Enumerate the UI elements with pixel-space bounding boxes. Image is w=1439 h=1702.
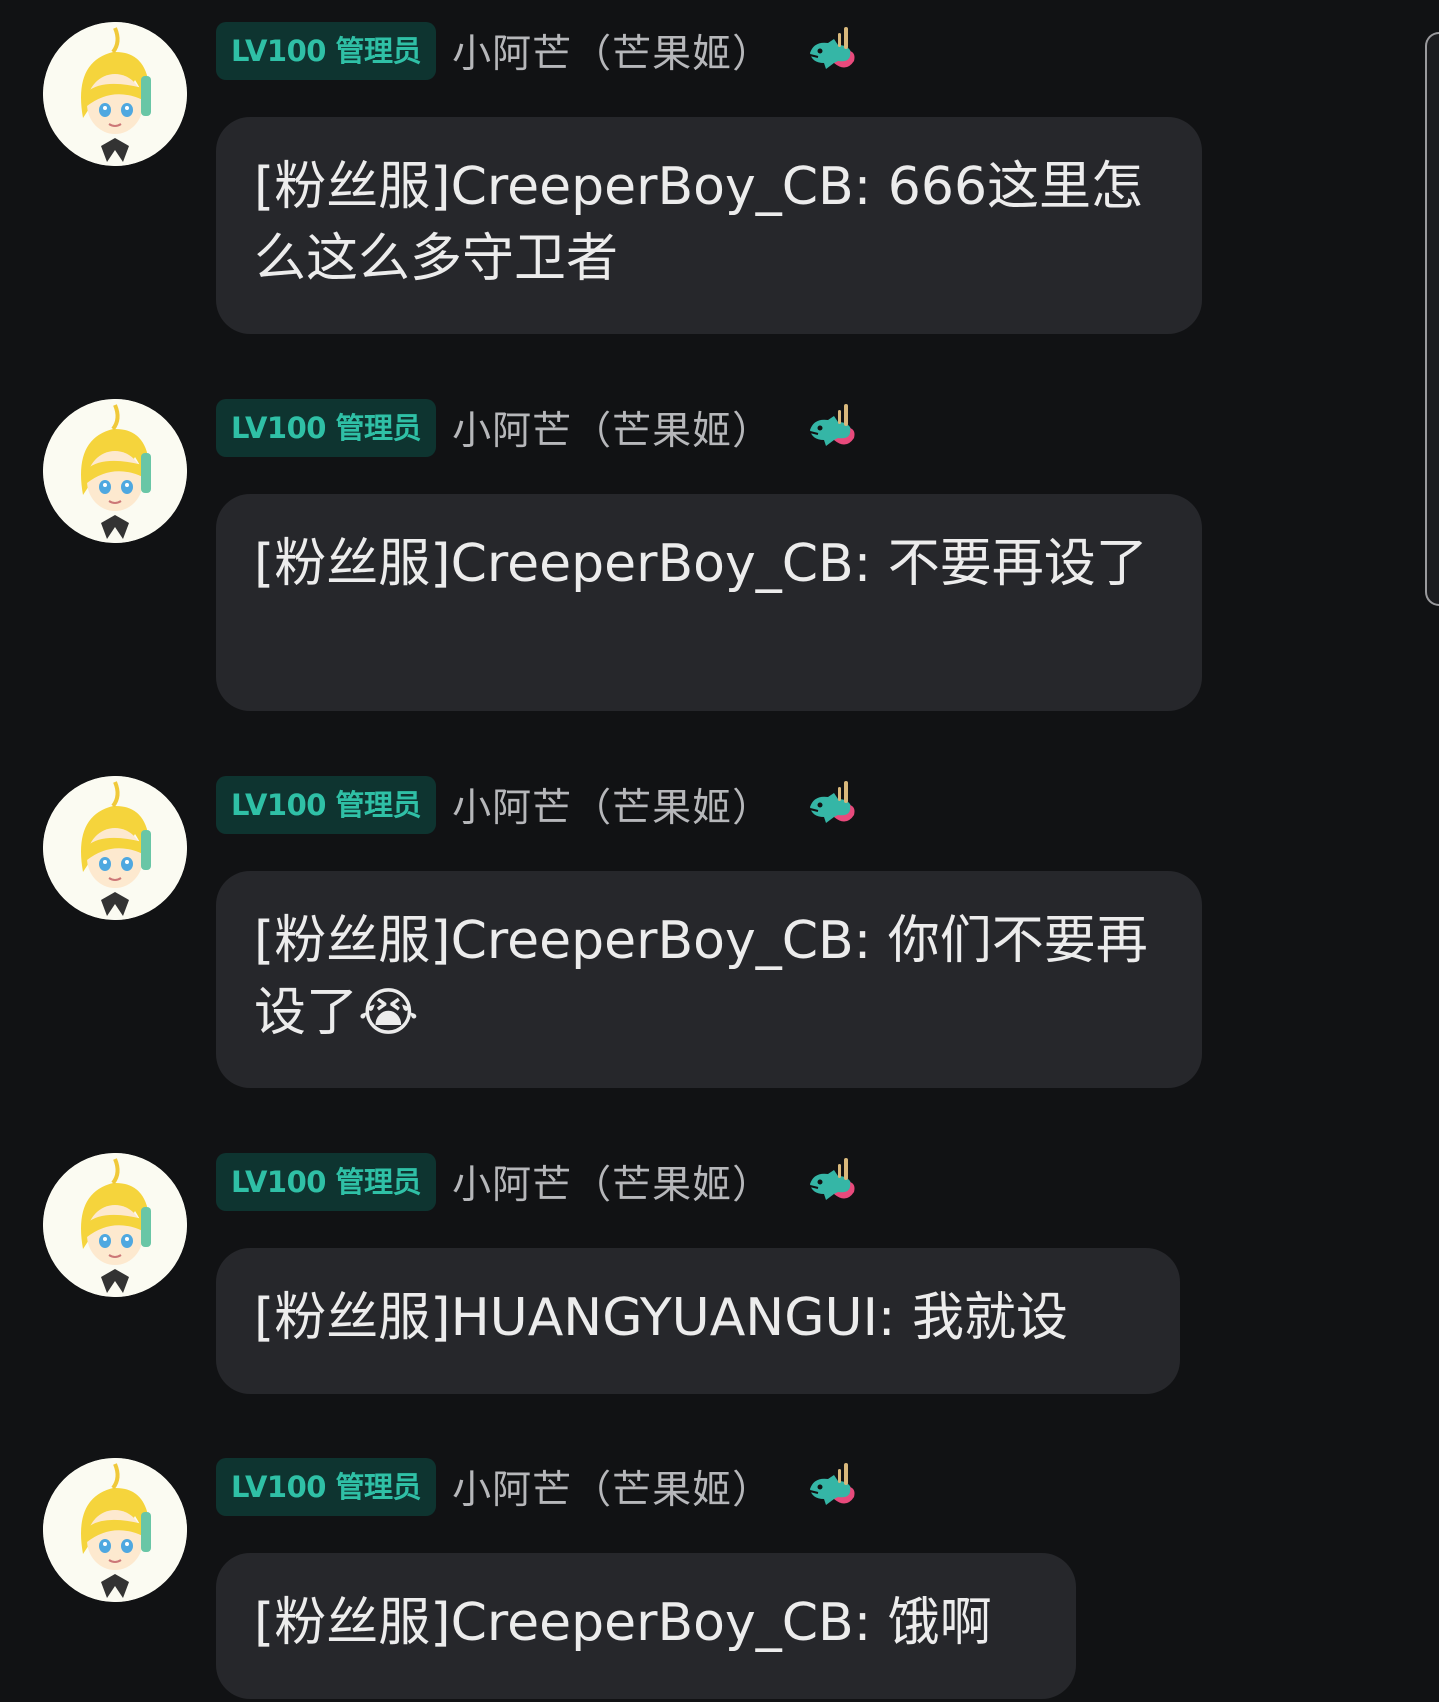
message-bubble[interactable]: [粉丝服]CreeperBoy_CB: 666这里怎么这么多守卫者 (216, 117, 1202, 334)
anime-avatar-icon (43, 22, 187, 166)
message-header: LV100 管理员 小阿芒（芒果姬） (216, 22, 860, 80)
dragon-icon (809, 1158, 855, 1200)
message-bubble[interactable]: [粉丝服]CreeperBoy_CB: 不要再设了 (216, 494, 1202, 711)
message-header: LV100 管理员 小阿芒（芒果姬） (216, 1458, 860, 1516)
anime-avatar-icon (43, 399, 187, 543)
anime-avatar-icon (43, 776, 187, 920)
sender-name[interactable]: 小阿芒（芒果姬） (452, 400, 772, 456)
avatar[interactable] (43, 776, 187, 920)
message-bubble[interactable]: [粉丝服]CreeperBoy_CB: 你们不要再设了😭 (216, 871, 1202, 1088)
message-header: LV100 管理员 小阿芒（芒果姬） (216, 1153, 860, 1211)
sender-name[interactable]: 小阿芒（芒果姬） (452, 1154, 772, 1210)
dragon-icon (809, 781, 855, 823)
sender-name[interactable]: 小阿芒（芒果姬） (452, 23, 772, 79)
dragon-icon (809, 404, 855, 446)
sender-name[interactable]: 小阿芒（芒果姬） (452, 777, 772, 833)
message-bubble[interactable]: [粉丝服]HUANGYUANGUI: 我就设 (216, 1248, 1180, 1394)
level-badge: LV100 管理员 (216, 22, 437, 80)
avatar[interactable] (43, 399, 187, 543)
dragon-icon (809, 27, 855, 69)
level-badge: LV100 管理员 (216, 1458, 437, 1516)
level-badge: LV100 管理员 (216, 1153, 437, 1211)
anime-avatar-icon (43, 1458, 187, 1602)
message-bubble[interactable]: [粉丝服]CreeperBoy_CB: 饿啊 (216, 1553, 1076, 1699)
anime-avatar-icon (43, 1153, 187, 1297)
avatar[interactable] (43, 22, 187, 166)
sender-name[interactable]: 小阿芒（芒果姬） (452, 1459, 772, 1515)
message-header: LV100 管理员 小阿芒（芒果姬） (216, 399, 860, 457)
level-badge: LV100 管理员 (216, 776, 437, 834)
dragon-icon (809, 1463, 855, 1505)
scrollbar[interactable] (1425, 32, 1439, 606)
avatar[interactable] (43, 1458, 187, 1602)
level-badge: LV100 管理员 (216, 399, 437, 457)
message-header: LV100 管理员 小阿芒（芒果姬） (216, 776, 860, 834)
avatar[interactable] (43, 1153, 187, 1297)
